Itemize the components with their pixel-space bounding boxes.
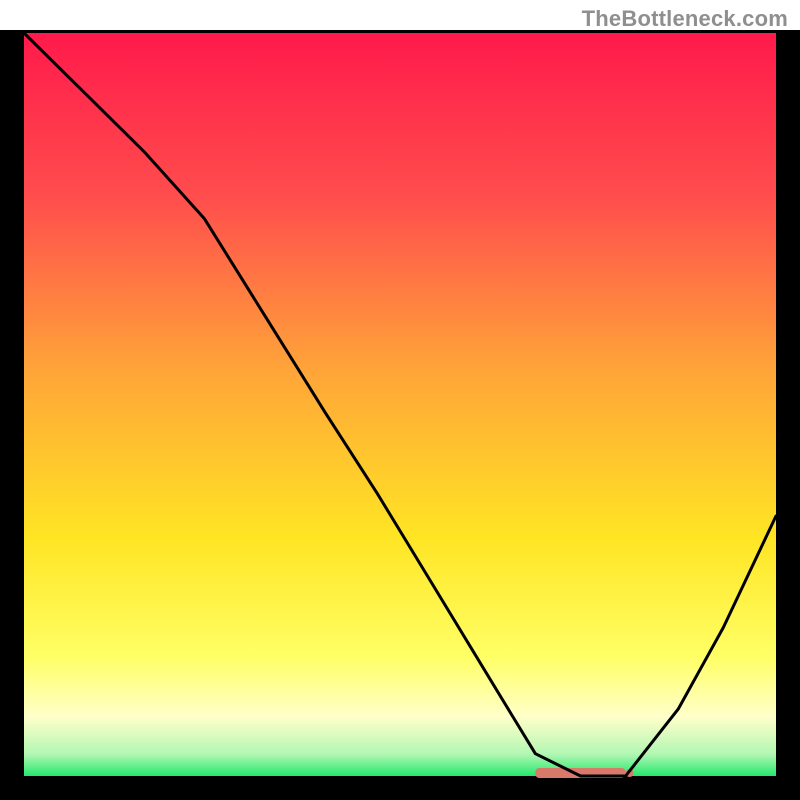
chart-container: TheBottleneck.com (0, 0, 800, 800)
bottleneck-chart (0, 0, 800, 800)
